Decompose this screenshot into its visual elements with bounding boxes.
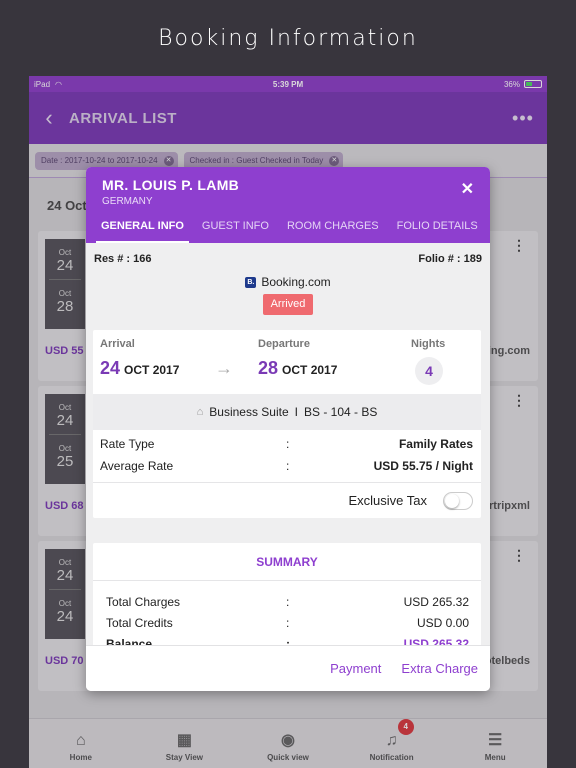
rate-type-row: Rate Type : Family Rates [100, 437, 473, 451]
summary-title: SUMMARY [93, 543, 481, 581]
folio-number: Folio # : 189 [418, 253, 482, 265]
arrival-day: 24 [100, 358, 121, 378]
guest-name: MR. LOUIS P. LAMB [102, 177, 240, 193]
reservation-ids: Res # : 166 Folio # : 189 [94, 253, 482, 265]
total-charges-label: Total Charges [106, 595, 181, 609]
average-rate-value: USD 55.75 / Night [373, 459, 473, 473]
building-icon: ⌂ [196, 406, 204, 418]
colon: : [286, 616, 290, 630]
balance-label: Balance [106, 637, 153, 645]
balance-row: Balance : USD 265.32 [106, 637, 469, 645]
colon: : [286, 637, 290, 645]
total-charges-row: Total Charges : USD 265.32 [106, 595, 469, 609]
rate-type-value: Family Rates [398, 437, 473, 451]
reservation-number: Res # : 166 [94, 253, 152, 265]
modal-body: Res # : 166 Folio # : 189 B. Booking.com… [86, 243, 490, 645]
total-credits-label: Total Credits [106, 616, 173, 630]
nights-label: Nights [411, 338, 446, 350]
colon: : [286, 595, 290, 609]
rate-type-label: Rate Type [100, 437, 155, 451]
tab-general-info[interactable]: GENERAL INFO [96, 217, 189, 243]
colon: : [286, 437, 290, 451]
arrival-month-year: OCT 2017 [124, 363, 180, 377]
booking-source-label: Booking.com [261, 275, 331, 289]
modal-footer: Payment Extra Charge [86, 645, 490, 691]
tab-room-charges[interactable]: ROOM CHARGES [282, 217, 384, 243]
stay-details-card: Arrival Departure Nights 24 OCT 2017 → 2… [93, 330, 481, 518]
booking-source: B. Booking.com [86, 275, 490, 289]
exclusive-tax-toggle[interactable] [443, 491, 473, 510]
summary-card: SUMMARY Total Charges : USD 265.32 Total… [93, 543, 481, 645]
room-info: ⌂ Business Suite I BS - 104 - BS [93, 394, 481, 430]
extra-charge-button[interactable]: Extra Charge [401, 661, 478, 676]
tab-folio-details[interactable]: FOLIO DETAILS [392, 217, 483, 243]
booking-info-modal: MR. LOUIS P. LAMB GERMANY ✕ GENERAL INFO… [86, 167, 490, 691]
nights-count: 4 [415, 357, 443, 385]
average-rate-label: Average Rate [100, 459, 174, 473]
room-type: Business Suite [209, 405, 289, 419]
payment-button[interactable]: Payment [330, 661, 381, 676]
departure-label: Departure [258, 338, 310, 350]
total-credits-row: Total Credits : USD 0.00 [106, 616, 469, 630]
modal-tabs: GENERAL INFO GUEST INFO ROOM CHARGES FOL… [86, 217, 490, 243]
departure-day: 28 [258, 358, 279, 378]
room-number: BS - 104 - BS [304, 405, 378, 419]
guest-country: GERMANY [102, 196, 153, 207]
departure-date: 28 OCT 2017 [258, 358, 337, 379]
total-charges-value: USD 265.32 [403, 595, 469, 609]
arrival-date: 24 OCT 2017 [100, 358, 179, 379]
booking-com-logo-icon: B. [245, 276, 257, 288]
departure-month-year: OCT 2017 [282, 363, 338, 377]
arrow-right-icon: → [215, 358, 233, 378]
status-badge: Arrived [263, 294, 313, 315]
exclusive-tax-label: Exclusive Tax [348, 493, 427, 508]
tab-guest-info[interactable]: GUEST INFO [197, 217, 274, 243]
average-rate-row: Average Rate : USD 55.75 / Night [100, 459, 473, 473]
colon: : [286, 459, 290, 473]
balance-value: USD 265.32 [403, 637, 469, 645]
arrival-label: Arrival [100, 338, 135, 350]
room-separator: I [294, 405, 298, 419]
page-banner: Booking Information [158, 26, 418, 51]
modal-header: MR. LOUIS P. LAMB GERMANY ✕ GENERAL INFO… [86, 167, 490, 243]
total-credits-value: USD 0.00 [416, 616, 469, 630]
exclusive-tax-row: Exclusive Tax [93, 482, 481, 518]
close-icon[interactable]: ✕ [461, 179, 474, 199]
